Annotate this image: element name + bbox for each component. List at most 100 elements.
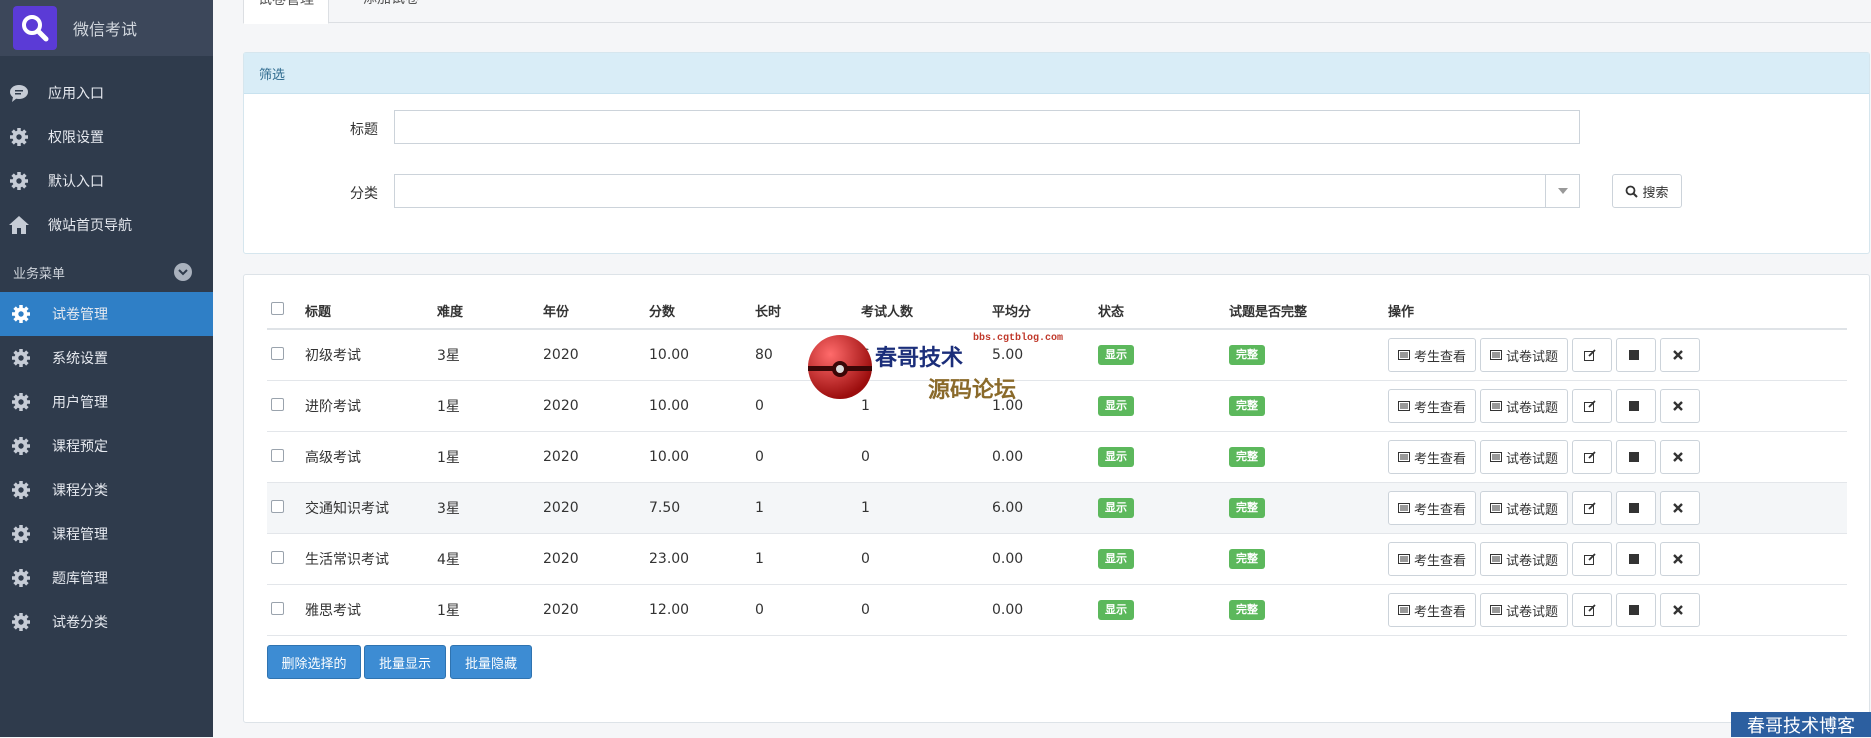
status-badge[interactable]: 显示 — [1098, 498, 1134, 518]
sidebar-item-system-settings[interactable]: 系统设置 — [0, 336, 213, 380]
view-takers-button[interactable]: 考生查看 — [1388, 491, 1477, 525]
sidebar-item-question-bank[interactable]: 题库管理 — [0, 556, 213, 600]
search-button[interactable]: 搜索 — [1612, 174, 1682, 208]
gear-icon — [8, 126, 30, 148]
sidebar-item-home-nav[interactable]: 微站首页导航 — [0, 203, 213, 247]
delete-button[interactable] — [1660, 338, 1701, 372]
view-takers-button[interactable]: 考生查看 — [1388, 593, 1477, 627]
status-badge[interactable]: 显示 — [1098, 396, 1134, 416]
caret-down-icon[interactable] — [1545, 175, 1579, 207]
cell-difficulty: 3星 — [437, 329, 543, 381]
sidebar-item-course-category[interactable]: 课程分类 — [0, 468, 213, 512]
status-badge[interactable]: 显示 — [1098, 447, 1134, 467]
status-badge[interactable]: 显示 — [1098, 345, 1134, 365]
cell-avg: 0.00 — [992, 584, 1098, 636]
row-checkbox[interactable] — [267, 584, 305, 636]
edit-button[interactable] — [1572, 338, 1613, 372]
delete-button[interactable] — [1660, 491, 1701, 525]
row-checkbox[interactable] — [267, 431, 305, 483]
cell-complete: 完整 — [1229, 380, 1388, 432]
cell-difficulty: 1星 — [437, 584, 543, 636]
tab-bar: 试卷管理 添加试卷 — [243, 0, 1871, 24]
cell-actions: 考生查看 试卷试题 — [1388, 380, 1847, 432]
view-takers-button[interactable]: 考生查看 — [1388, 440, 1477, 474]
exam-questions-button[interactable]: 试卷试题 — [1480, 542, 1569, 576]
title-input[interactable] — [394, 110, 1580, 144]
list-icon — [1490, 503, 1503, 513]
exam-questions-button[interactable]: 试卷试题 — [1480, 491, 1569, 525]
status-badge[interactable]: 显示 — [1098, 600, 1134, 620]
row-checkbox[interactable] — [267, 329, 305, 381]
row-checkbox[interactable] — [267, 533, 305, 585]
edit-button[interactable] — [1572, 389, 1613, 423]
tab-exam-management[interactable]: 试卷管理 — [243, 0, 329, 24]
brand-bar: 微信考试 — [0, 0, 213, 56]
row-checkbox[interactable] — [267, 380, 305, 432]
sidebar-item-exam-management[interactable]: 试卷管理 — [0, 292, 213, 336]
sidebar-section-business[interactable]: 业务菜单 — [0, 252, 213, 292]
sidebar-item-course-management[interactable]: 课程管理 — [0, 512, 213, 556]
edit-button[interactable] — [1572, 491, 1613, 525]
delete-button[interactable] — [1660, 440, 1701, 474]
cell-difficulty: 4星 — [437, 533, 543, 585]
table-row: 进阶考试 1星 2020 10.00 0 1 1.00 显示 完整 考生查看 试卷试题 — [267, 380, 1847, 432]
view-takers-button[interactable]: 考生查看 — [1388, 338, 1477, 372]
complete-badge: 完整 — [1229, 498, 1265, 518]
stop-button[interactable] — [1616, 491, 1657, 525]
delete-button[interactable] — [1660, 389, 1701, 423]
sidebar-item-app-entry[interactable]: 应用入口 — [0, 71, 213, 115]
delete-button[interactable] — [1660, 542, 1701, 576]
chat-icon — [8, 82, 30, 104]
col-header: 标题 — [305, 292, 437, 330]
list-icon — [1490, 554, 1503, 564]
cell-year: 2020 — [543, 380, 649, 432]
edit-icon — [1584, 604, 1596, 616]
table-header-row: 标题 难度 年份 分数 长时 考试人数 平均分 状态 试题是否完整 操作 — [267, 292, 1847, 330]
delete-selected-button[interactable]: 删除选择的 — [267, 645, 361, 679]
complete-badge: 完整 — [1229, 396, 1265, 416]
search-icon — [13, 6, 57, 50]
search-button-label: 搜索 — [1642, 185, 1669, 201]
edit-button[interactable] — [1572, 440, 1613, 474]
bulk-hide-button[interactable]: 批量隐藏 — [450, 645, 532, 679]
stop-button[interactable] — [1616, 440, 1657, 474]
bulk-show-button[interactable]: 批量显示 — [364, 645, 446, 679]
stop-button[interactable] — [1616, 389, 1657, 423]
complete-badge: 完整 — [1229, 600, 1265, 620]
sidebar-item-label: 应用入口 — [48, 86, 104, 102]
table-row: 雅思考试 1星 2020 12.00 0 0 0.00 显示 完整 考生查看 试卷试题 — [267, 584, 1847, 636]
sidebar-item-exam-category[interactable]: 试卷分类 — [0, 600, 213, 644]
cell-actions: 考生查看 试卷试题 — [1388, 584, 1847, 636]
sidebar-item-default-entry[interactable]: 默认入口 — [0, 159, 213, 203]
sidebar-item-user-management[interactable]: 用户管理 — [0, 380, 213, 424]
view-takers-button[interactable]: 考生查看 — [1388, 389, 1477, 423]
row-checkbox[interactable] — [267, 482, 305, 534]
edit-button[interactable] — [1572, 542, 1613, 576]
exam-questions-button[interactable]: 试卷试题 — [1480, 593, 1569, 627]
stop-button[interactable] — [1616, 338, 1657, 372]
list-icon — [1490, 350, 1503, 360]
tab-add-exam[interactable]: 添加试卷 — [349, 0, 433, 22]
sidebar-item-label: 试卷管理 — [52, 307, 108, 323]
edit-button[interactable] — [1572, 593, 1613, 627]
exam-questions-button[interactable]: 试卷试题 — [1480, 440, 1569, 474]
gear-icon — [10, 303, 32, 325]
exam-questions-button[interactable]: 试卷试题 — [1480, 389, 1569, 423]
exam-questions-button[interactable]: 试卷试题 — [1480, 338, 1569, 372]
sidebar-item-permissions[interactable]: 权限设置 — [0, 115, 213, 159]
col-header: 分数 — [649, 292, 755, 330]
view-takers-button[interactable]: 考生查看 — [1388, 542, 1477, 576]
stop-button[interactable] — [1616, 593, 1657, 627]
main-content: 试卷管理 添加试卷 筛选 标题 分类 搜索 — [213, 0, 1871, 737]
select-all-checkbox[interactable] — [267, 292, 305, 330]
cell-complete: 完整 — [1229, 431, 1388, 483]
category-select[interactable] — [394, 174, 1580, 208]
stop-button[interactable] — [1616, 542, 1657, 576]
delete-button[interactable] — [1660, 593, 1701, 627]
cell-complete: 完整 — [1229, 329, 1388, 381]
sidebar-item-course-booking[interactable]: 课程预定 — [0, 424, 213, 468]
list-icon — [1490, 605, 1503, 615]
gear-icon — [10, 347, 32, 369]
status-badge[interactable]: 显示 — [1098, 549, 1134, 569]
stop-icon — [1629, 554, 1640, 564]
